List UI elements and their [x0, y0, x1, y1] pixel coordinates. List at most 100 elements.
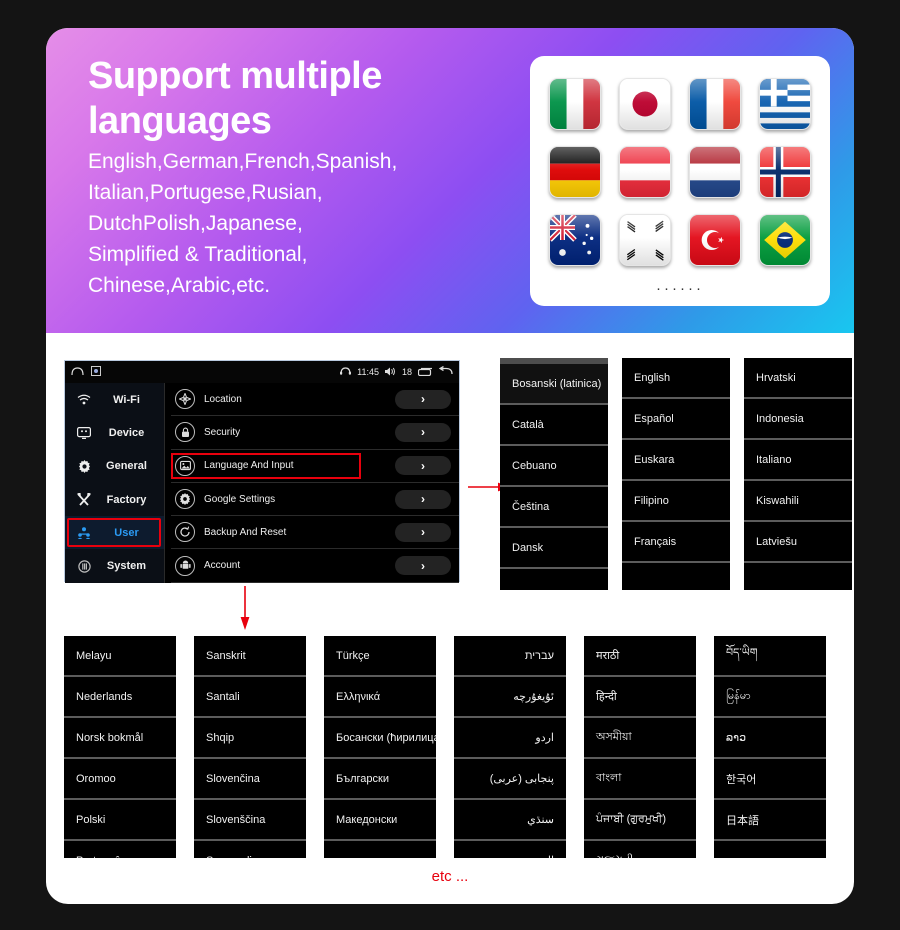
- list-item[interactable]: मराठी: [584, 636, 696, 677]
- device-icon: [73, 426, 95, 439]
- list-item[interactable]: བོད་ཡིག: [714, 636, 826, 677]
- list-item[interactable]: Indonesia: [744, 399, 852, 440]
- chevron-right-icon[interactable]: ›: [395, 389, 451, 409]
- chevron-right-icon[interactable]: ›: [395, 522, 451, 542]
- list-item[interactable]: ئۇيغۇرچە: [454, 677, 566, 718]
- status-bar-right: 11:45 18: [340, 361, 453, 383]
- sidebar-item-device[interactable]: Device: [65, 416, 164, 449]
- chevron-right-icon[interactable]: ›: [395, 422, 451, 442]
- list-item[interactable]: Français: [622, 522, 730, 563]
- list-item[interactable]: Santali: [194, 677, 306, 718]
- list-item[interactable]: Latviešu: [744, 522, 852, 563]
- list-item[interactable]: Ελληνικά: [324, 677, 436, 718]
- lang-panel-1[interactable]: Bosanski (latinica) Català Cebuano Češti…: [500, 358, 608, 590]
- user-icon: [73, 527, 95, 539]
- sidebar-item-factory[interactable]: Factory: [65, 483, 164, 516]
- settings-row-account[interactable]: Account ›: [171, 549, 459, 583]
- settings-row-google-settings[interactable]: Google Settings ›: [171, 483, 459, 517]
- lang-panel-4[interactable]: Melayu Nederlands Norsk bokmål Oromoo Po…: [64, 636, 176, 858]
- list-item[interactable]: العربية: [454, 841, 566, 858]
- settings-row-label: Google Settings: [204, 493, 276, 505]
- list-item[interactable]: हिन्दी: [584, 677, 696, 718]
- list-item[interactable]: Euskara: [622, 440, 730, 481]
- status-bar-left: [71, 366, 101, 378]
- list-item[interactable]: پنجابی (عربی): [454, 759, 566, 800]
- sidebar-item-label: Wi-Fi: [113, 393, 140, 406]
- lang-panel-2[interactable]: English Español Euskara Filipino Françai…: [622, 358, 730, 590]
- sidebar-item-label: Device: [108, 426, 145, 439]
- list-item[interactable]: Kiswahili: [744, 481, 852, 522]
- tools-icon: [73, 493, 95, 506]
- settings-row-location[interactable]: Location ›: [171, 383, 459, 417]
- wifi-icon: [73, 394, 95, 405]
- list-item[interactable]: ਪੰਜਾਬੀ (ਗੁਰਮੁਖੀ): [584, 800, 696, 841]
- list-item[interactable]: ગુજરાતી: [584, 841, 696, 858]
- lang-panel-7[interactable]: עברית ئۇيغۇرچە اردو پنجابی (عربی) سنڌي ا…: [454, 636, 566, 858]
- settings-row-label: Location: [204, 393, 242, 405]
- list-item[interactable]: Македонски: [324, 800, 436, 841]
- list-item[interactable]: 日本語: [714, 800, 826, 841]
- list-item[interactable]: Čeština: [500, 487, 608, 528]
- page-title: Support multiple languages: [88, 55, 382, 142]
- settings-row-security[interactable]: Security ›: [171, 416, 459, 450]
- list-item[interactable]: Slovenčina: [194, 759, 306, 800]
- lang-panel-9[interactable]: བོད་ཡིག မြန်မာ ລາວ 한국어 日本語: [714, 636, 826, 858]
- list-item[interactable]: עברית: [454, 636, 566, 677]
- list-item[interactable]: မြန်မာ: [714, 677, 826, 718]
- flag-germany: [549, 146, 601, 198]
- flag-pagination-dots: ······: [656, 280, 704, 297]
- list-item[interactable]: Босански (ћирилица): [324, 718, 436, 759]
- list-item[interactable]: Türkçe: [324, 636, 436, 677]
- hero-language-list: English,German,French,Spanish, Italian,P…: [88, 146, 518, 301]
- list-item[interactable]: Polski: [64, 800, 176, 841]
- chevron-right-icon[interactable]: ›: [395, 489, 451, 509]
- flag-france: [689, 78, 741, 130]
- list-item[interactable]: Cebuano: [500, 446, 608, 487]
- settings-row-label: Language And Input: [204, 460, 294, 472]
- list-item[interactable]: Dansk: [500, 528, 608, 569]
- chevron-right-icon[interactable]: ›: [395, 456, 451, 476]
- list-item[interactable]: Italiano: [744, 440, 852, 481]
- list-item[interactable]: English: [622, 358, 730, 399]
- list-item[interactable]: বাংলা: [584, 759, 696, 800]
- sidebar-item-system[interactable]: System: [65, 549, 164, 582]
- list-item[interactable]: سنڌي: [454, 800, 566, 841]
- list-item[interactable]: Sanskrit: [194, 636, 306, 677]
- list-item[interactable]: Hrvatski: [744, 358, 852, 399]
- settings-row-backup-and-reset[interactable]: Backup And Reset ›: [171, 516, 459, 550]
- lang-panel-6[interactable]: Türkçe Ελληνικά Босански (ћирилица) Бълг…: [324, 636, 436, 858]
- list-item[interactable]: ລາວ: [714, 718, 826, 759]
- sidebar-item-general[interactable]: General: [65, 450, 164, 483]
- sidebar-item-user[interactable]: User: [65, 516, 164, 550]
- list-item[interactable]: Norsk bokmål: [64, 718, 176, 759]
- list-item[interactable]: Oromoo: [64, 759, 176, 800]
- chevron-right-icon[interactable]: ›: [395, 556, 451, 576]
- list-item[interactable]: Español: [622, 399, 730, 440]
- lang-panel-3[interactable]: Hrvatski Indonesia Italiano Kiswahili La…: [744, 358, 852, 590]
- lang-panel-8[interactable]: मराठी हिन्दी অসমীয়া বাংলা ਪੰਜਾਬੀ (ਗੁਰਮੁ…: [584, 636, 696, 858]
- list-item[interactable]: Български: [324, 759, 436, 800]
- back-icon[interactable]: [438, 365, 453, 378]
- settings-row-language-and-input[interactable]: Language And Input ›: [171, 450, 459, 483]
- list-item[interactable]: অসমীয়া: [584, 718, 696, 759]
- list-item[interactable]: Português: [64, 841, 176, 859]
- list-item[interactable]: Shqip: [194, 718, 306, 759]
- list-item[interactable]: Bosanski (latinica): [500, 364, 608, 405]
- list-item[interactable]: اردو: [454, 718, 566, 759]
- sidebar-item-wifi[interactable]: Wi-Fi: [65, 383, 164, 416]
- list-item[interactable]: Nederlands: [64, 677, 176, 718]
- list-item[interactable]: Soomaali: [194, 841, 306, 859]
- list-item[interactable]: Melayu: [64, 636, 176, 677]
- list-item[interactable]: [714, 841, 826, 858]
- list-item[interactable]: Filipino: [622, 481, 730, 522]
- lang-panel-5[interactable]: Sanskrit Santali Shqip Slovenčina Sloven…: [194, 636, 306, 858]
- list-item[interactable]: [324, 841, 436, 858]
- list-item[interactable]: Slovenščina: [194, 800, 306, 841]
- language-icon: [175, 455, 195, 476]
- status-bar: 11:45 18: [65, 361, 459, 383]
- hero-line: English,German,French,Spanish,: [88, 150, 398, 173]
- list-item[interactable]: 한국어: [714, 759, 826, 800]
- list-item[interactable]: Català: [500, 405, 608, 446]
- flag-greece: [759, 78, 811, 130]
- android-icon: [175, 555, 195, 576]
